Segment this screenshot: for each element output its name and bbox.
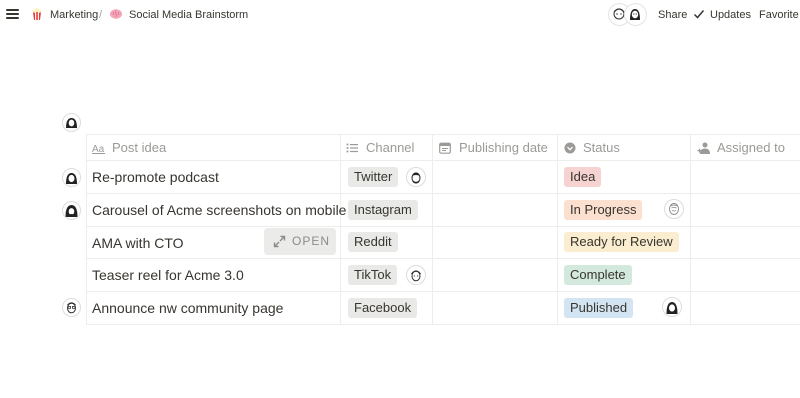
collaborator-avatar[interactable]: [625, 4, 646, 25]
column-header-post-idea[interactable]: Post idea: [112, 137, 166, 159]
checkmark-icon: [693, 10, 705, 19]
column-divider: [432, 134, 433, 325]
post-idea-cell[interactable]: Re-promote podcast: [92, 168, 219, 186]
breadcrumb-marketing[interactable]: Marketing: [50, 8, 98, 22]
status-tag[interactable]: Ready for Review: [564, 232, 679, 252]
column-header-channel[interactable]: Channel: [366, 137, 414, 159]
column-header-status[interactable]: Status: [583, 137, 620, 159]
channel-tag[interactable]: TikTok: [348, 265, 398, 285]
post-idea-cell[interactable]: Carousel of Acme screenshots on mobile: [92, 201, 346, 219]
open-button-label: OPEN: [292, 234, 331, 248]
table-border: [86, 193, 800, 194]
person-icon: [697, 142, 710, 154]
favorite-button[interactable]: Favorite: [759, 8, 799, 22]
channel-tag[interactable]: Instagram: [348, 200, 418, 220]
row-comment-avatar[interactable]: [62, 298, 81, 317]
expand-icon: [273, 235, 286, 248]
status-circle-icon: [564, 142, 576, 154]
column-divider: [690, 134, 691, 325]
brain-icon: [109, 7, 123, 21]
column-divider: [86, 134, 87, 325]
channel-tag[interactable]: Twitter: [348, 167, 399, 187]
table-owner-avatar[interactable]: [62, 113, 81, 132]
popcorn-icon: [30, 7, 44, 21]
column-header-assigned-to[interactable]: Assigned to: [717, 137, 785, 159]
status-tag[interactable]: Complete: [564, 265, 632, 285]
updates-button[interactable]: Updates: [710, 8, 751, 22]
status-owner-avatar: [662, 297, 682, 317]
svg-text:Aa: Aa: [92, 144, 105, 154]
top-bar: Marketing / Social Media Brainstorm Shar…: [0, 0, 800, 30]
menu-icon[interactable]: [6, 8, 20, 20]
breadcrumb-separator: /: [99, 9, 103, 21]
status-owner-avatar: [664, 199, 684, 219]
post-idea-cell[interactable]: Teaser reel for Acme 3.0: [92, 266, 244, 284]
table-border: [86, 160, 800, 161]
channel-owner-avatar: [406, 167, 426, 187]
channel-tag[interactable]: Reddit: [348, 232, 398, 252]
open-row-button[interactable]: OPEN: [264, 228, 336, 255]
column-divider: [340, 134, 341, 325]
channel-owner-avatar: [406, 265, 426, 285]
column-divider: [557, 134, 558, 325]
column-header-publishing-date[interactable]: Publishing date: [459, 137, 548, 159]
table-border: [86, 324, 800, 325]
share-button[interactable]: Share: [658, 8, 687, 22]
row-comment-avatar[interactable]: [62, 168, 81, 187]
status-tag[interactable]: Published: [564, 298, 634, 318]
row-comment-avatar[interactable]: [62, 201, 81, 220]
calendar-icon: [439, 142, 451, 154]
table-border: [86, 226, 800, 227]
table-border: [86, 291, 800, 292]
status-tag[interactable]: In Progress: [564, 200, 643, 220]
post-idea-cell[interactable]: AMA with CTO: [92, 234, 184, 252]
status-tag[interactable]: Idea: [564, 167, 602, 187]
text-aa-icon: Aa: [92, 144, 105, 154]
post-idea-cell[interactable]: Announce nw community page: [92, 299, 283, 317]
list-icon: [346, 143, 358, 153]
channel-tag[interactable]: Facebook: [348, 298, 418, 318]
breadcrumb-social-media-brainstorm[interactable]: Social Media Brainstorm: [129, 8, 248, 22]
table-border: [86, 258, 800, 259]
table-border: [86, 134, 800, 135]
